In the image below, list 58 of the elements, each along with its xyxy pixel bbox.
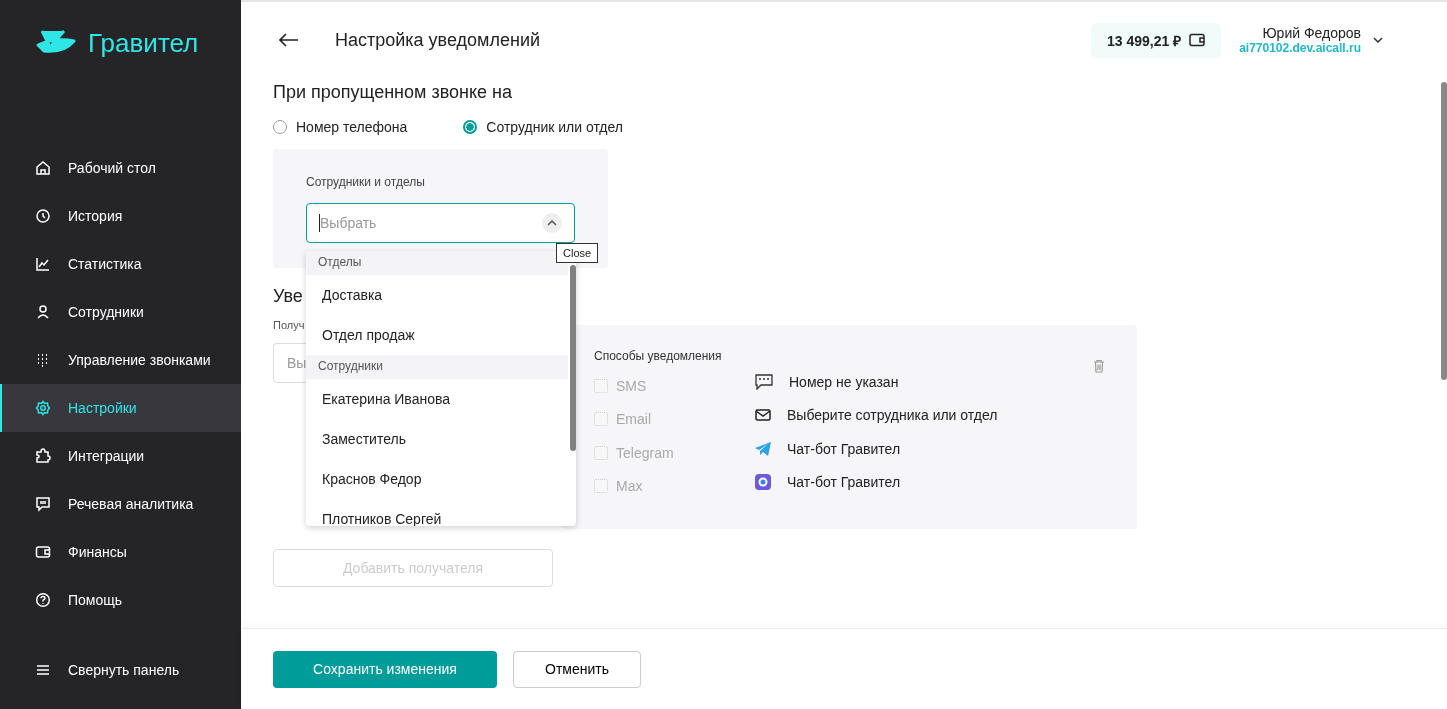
page-title: Настройка уведомлений	[335, 29, 541, 51]
section-heading: При пропущенном звонке на	[273, 82, 513, 103]
back-arrow-icon[interactable]	[279, 33, 299, 47]
person-icon	[35, 304, 51, 320]
speech-icon	[35, 496, 51, 512]
dropdown-option[interactable]: Екатерина Иванова	[306, 379, 568, 419]
home-icon	[35, 160, 51, 176]
collapse-panel-button[interactable]: Свернуть панель	[0, 646, 241, 694]
sidebar-item[interactable]: Статистика	[0, 240, 241, 288]
history-icon	[35, 208, 51, 224]
chevron-up-icon[interactable]	[542, 213, 562, 233]
field-label: Получ	[273, 319, 306, 331]
tooltip: Close	[556, 243, 599, 263]
chevron-down-icon[interactable]	[1373, 37, 1383, 43]
sidebar-item[interactable]: Помощь	[0, 576, 241, 624]
field-label: Сотрудники и отделы	[306, 175, 426, 189]
balance-badge[interactable]: 13 499,21 ₽	[1090, 22, 1222, 58]
sms-bubble-icon	[755, 373, 773, 390]
dropdown-option[interactable]: Доставка	[306, 275, 568, 315]
radio-option[interactable]: Номер телефона	[273, 119, 408, 135]
gear-icon	[35, 400, 51, 416]
dropdown-option[interactable]: Заместитель	[306, 419, 568, 459]
sidebar-item[interactable]: Управление звонками	[0, 336, 241, 384]
channel-status: Номер не указан	[789, 373, 899, 390]
radio-option[interactable]: Сотрудник или отдел	[463, 119, 624, 135]
group-header: Сотрудники	[306, 355, 568, 379]
brand-name: Гравител	[88, 27, 199, 59]
scrollbar[interactable]	[570, 265, 576, 451]
chart-icon	[35, 256, 51, 272]
sidebar-item[interactable]: Рабочий стол	[0, 144, 241, 192]
dropdown-option[interactable]: Краснов Федор	[306, 459, 568, 499]
chat-app-icon	[755, 474, 771, 491]
sidebar-item[interactable]: Сотрудники	[0, 288, 241, 336]
channel-status: Чат-бот Гравител	[787, 440, 901, 457]
sidebar-item[interactable]: Интеграции	[0, 432, 241, 480]
card-title: Способы уведомления	[594, 349, 723, 363]
sidebar-item[interactable]: Финансы	[0, 528, 241, 576]
dropdown-option[interactable]: Отдел продаж	[306, 315, 568, 355]
sidebar-item[interactable]: История	[0, 192, 241, 240]
section-heading: Уве	[273, 286, 303, 307]
puzzle-icon	[35, 448, 51, 464]
scrollbar[interactable]	[1441, 82, 1447, 380]
trash-icon[interactable]	[1093, 359, 1105, 373]
wallet-icon	[35, 544, 51, 560]
envelope-icon	[755, 409, 771, 422]
channel-status: Чат-бот Гравител	[787, 474, 901, 491]
sidebar-item[interactable]: Настройки	[0, 384, 241, 432]
paper-plane-icon	[755, 441, 771, 456]
cancel-button[interactable]: Отменить	[513, 650, 641, 688]
radio-button[interactable]	[463, 120, 478, 134]
user-name: Юрий Федоров	[1262, 25, 1361, 41]
help-icon	[35, 592, 51, 608]
user-domain: ai770102.dev.aicall.ru	[1239, 41, 1361, 55]
sidebar-item[interactable]: Речевая аналитика	[0, 480, 241, 528]
wallet-icon	[1189, 33, 1206, 47]
channel-status: Выберите сотрудника или отдел	[787, 407, 998, 424]
menu-icon	[35, 662, 51, 678]
dropdown-option[interactable]: Плотников Сергей	[306, 499, 568, 526]
